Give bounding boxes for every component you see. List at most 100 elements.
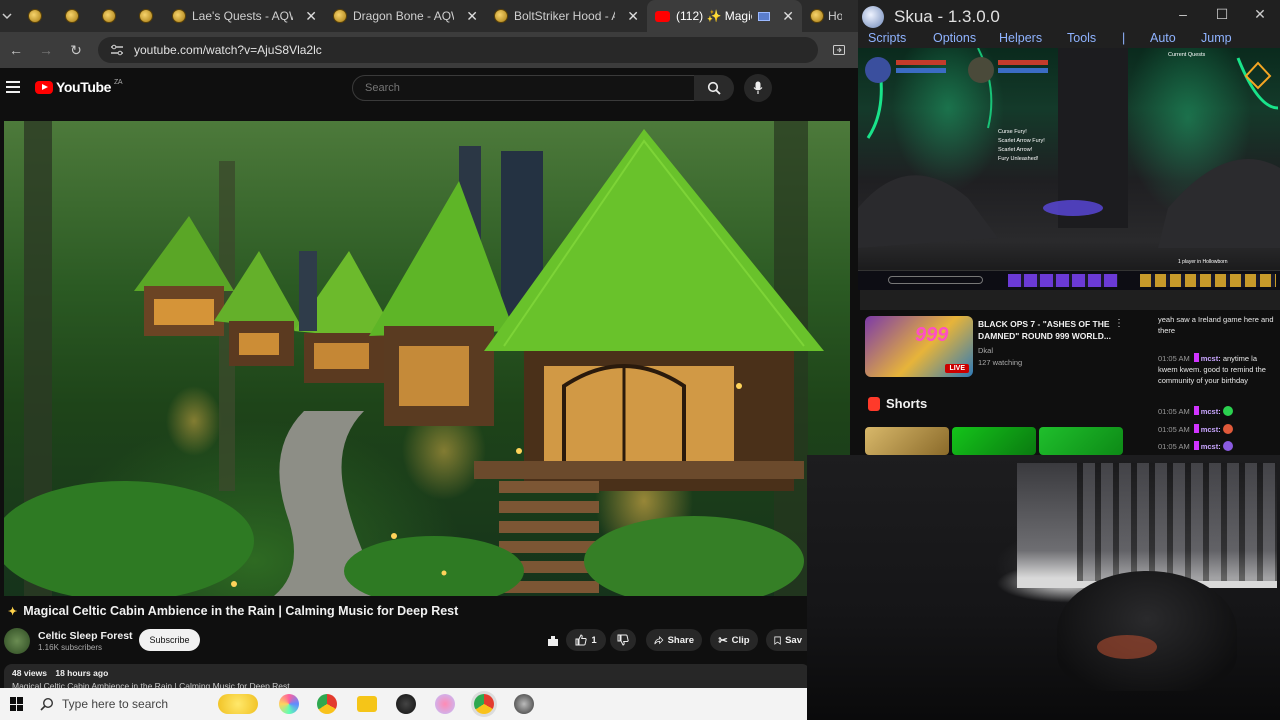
close-tab-icon[interactable]: ✕	[627, 8, 639, 25]
share-button[interactable]: Share	[646, 629, 702, 651]
aqw-favicon-icon	[138, 9, 153, 23]
taskbar-search[interactable]: Type here to search	[40, 688, 240, 720]
like-button[interactable]: 1	[566, 629, 606, 651]
clip-button[interactable]: ✂ Clip	[710, 629, 758, 651]
member-badge-icon	[1193, 424, 1199, 433]
short-thumbnail[interactable]	[865, 427, 949, 455]
chat-timestamp: 01:05 AM	[1158, 425, 1190, 434]
bookmark-icon	[774, 636, 781, 645]
close-tab-icon[interactable]: ✕	[305, 8, 317, 25]
menu-icon-bar[interactable]	[1140, 274, 1276, 287]
save-label: Sav	[785, 634, 802, 646]
widgets-icon[interactable]	[218, 694, 258, 714]
browser-tab[interactable]	[53, 0, 90, 32]
short-thumbnail[interactable]	[952, 427, 1036, 455]
search-button[interactable]	[694, 75, 734, 101]
browser-toolbar: ← → ↻ youtube.com/watch?v=AjuS8Vla2lc	[0, 32, 860, 68]
browser-tab[interactable]: Hol	[802, 0, 842, 32]
maximize-icon[interactable]: ☐	[1210, 6, 1234, 23]
app-icon[interactable]	[435, 694, 455, 714]
search-input[interactable]	[352, 75, 696, 101]
logo-text: YouTube	[56, 79, 112, 95]
chat-input[interactable]	[888, 276, 983, 284]
game-action-bar[interactable]	[858, 270, 1280, 290]
menu-tools[interactable]: Tools	[1067, 31, 1096, 45]
skill-bar[interactable]	[1008, 274, 1118, 287]
file-explorer-icon[interactable]	[357, 696, 377, 712]
aqw-favicon-icon	[494, 9, 508, 23]
puzzle-extension-icon[interactable]	[546, 634, 560, 653]
recommended-title[interactable]: BLACK OPS 7 - "ASHES OF THE DAMNED" ROUN…	[978, 318, 1118, 342]
chrome-active-icon[interactable]	[474, 694, 494, 714]
windows-taskbar: Type here to search	[0, 688, 807, 720]
tab-title: Hol	[828, 9, 842, 23]
tab-list-chevron[interactable]	[0, 0, 16, 32]
tab-title: Dragon Bone - AQW	[353, 9, 455, 23]
close-tab-icon[interactable]: ✕	[466, 8, 478, 25]
more-options-icon[interactable]: ⋮	[1114, 318, 1124, 329]
save-button[interactable]: Sav	[766, 629, 810, 651]
video-player[interactable]	[4, 121, 850, 596]
chat-text: yeah saw a Ireland game here and there	[1158, 315, 1274, 335]
browser-tab[interactable]: BoltStriker Hood - AQW ✕	[486, 0, 647, 32]
menu-scripts[interactable]: Scripts	[868, 31, 906, 45]
browser-tab[interactable]	[16, 0, 53, 32]
reload-icon[interactable]: ↻	[68, 42, 84, 59]
menu-helpers[interactable]: Helpers	[999, 31, 1042, 45]
shorts-label: Shorts	[886, 396, 928, 411]
youtube-logo[interactable]: YouTube ZA	[35, 79, 123, 95]
channel-row: Celtic Sleep Forest 1.16K subscribers Su…	[4, 628, 854, 656]
browser-tab[interactable]: Dragon Bone - AQW ✕	[325, 0, 486, 32]
subscribe-button[interactable]: Subscribe	[139, 629, 200, 651]
close-icon[interactable]: ✕	[1248, 6, 1272, 23]
site-settings-icon[interactable]	[110, 44, 124, 56]
webcam-person	[1057, 571, 1237, 691]
dislike-button[interactable]	[610, 629, 636, 651]
chat-timestamp: 01:05 AM	[1158, 442, 1190, 451]
voice-search-button[interactable]	[744, 74, 772, 102]
chat-username[interactable]: mcst:	[1201, 354, 1221, 363]
taskbar-search-placeholder: Type here to search	[62, 697, 169, 711]
recommended-channel[interactable]: Dkal	[978, 346, 993, 355]
copilot-icon[interactable]	[279, 694, 299, 714]
player-count: 1 player in Hollowborn	[1178, 259, 1228, 265]
menu-icon[interactable]	[6, 81, 20, 93]
game-viewport[interactable]: Curse Fury! Scarlet Arrow Fury! Scarlet …	[858, 48, 1280, 290]
close-tab-icon[interactable]: ✕	[782, 8, 794, 25]
scissors-icon: ✂	[718, 634, 728, 647]
tab-title: Lae's Quests - AQW	[192, 9, 294, 23]
recommended-thumbnail[interactable]: 999 LIVE	[865, 316, 973, 377]
browser-tab[interactable]: Lae's Quests - AQW ✕	[164, 0, 325, 32]
skua-app-icon[interactable]	[514, 694, 534, 714]
menu-auto[interactable]: Auto	[1150, 31, 1176, 45]
chevron-down-icon	[2, 13, 12, 20]
video-title: ✦ Magical Celtic Cabin Ambience in the R…	[8, 604, 458, 618]
menu-options[interactable]: Options	[933, 31, 976, 45]
quest-tracker[interactable]: Current Quests	[1168, 52, 1205, 58]
chat-message: 01:05 AM mcst:	[1158, 441, 1276, 452]
app-icon[interactable]	[396, 694, 416, 714]
browser-tab-active[interactable]: (112) ✨ Magical Ce ✕	[647, 0, 802, 32]
thumbs-up-icon	[575, 634, 588, 646]
menu-jump[interactable]: Jump	[1201, 31, 1232, 45]
browser-tab[interactable]	[127, 0, 164, 32]
chat-username[interactable]: mcst:	[1201, 407, 1221, 416]
channel-avatar[interactable]	[4, 628, 30, 654]
member-badge-icon	[1193, 441, 1199, 450]
browser-tab[interactable]	[90, 0, 127, 32]
forward-arrow-icon[interactable]: →	[38, 42, 54, 58]
search-icon	[40, 697, 54, 711]
chrome-icon[interactable]	[317, 694, 337, 714]
minimize-icon[interactable]: –	[1171, 6, 1195, 22]
channel-name[interactable]: Celtic Sleep Forest	[38, 630, 133, 642]
webcam-blinds	[1077, 463, 1277, 581]
install-app-icon[interactable]	[832, 43, 846, 57]
short-thumbnail[interactable]	[1039, 427, 1123, 455]
chat-username[interactable]: mcst:	[1201, 425, 1221, 434]
microphone-icon	[753, 81, 763, 94]
back-arrow-icon[interactable]: ←	[8, 42, 24, 58]
skua-window: Skua - 1.3.0.0 – ☐ ✕ Scripts Options Hel…	[858, 0, 1280, 290]
address-bar[interactable]: youtube.com/watch?v=AjuS8Vla2lc	[98, 37, 818, 63]
chat-username[interactable]: mcst:	[1201, 442, 1221, 451]
windows-start-icon[interactable]	[10, 697, 24, 711]
